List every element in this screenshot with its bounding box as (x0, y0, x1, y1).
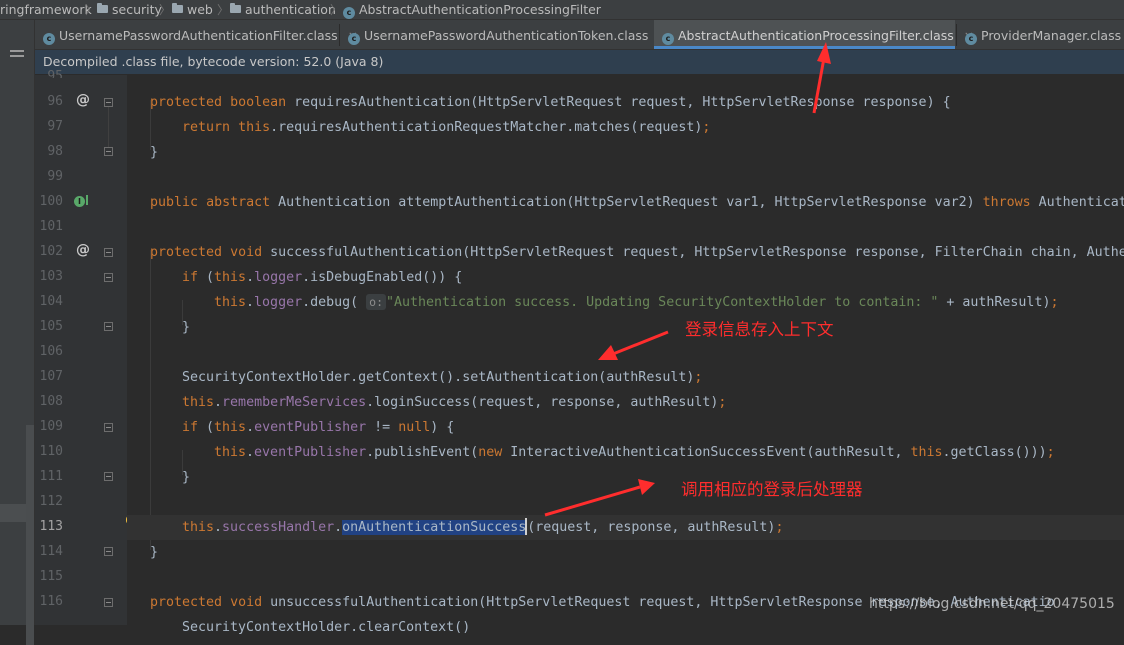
breadcrumb-item-security[interactable]: security (97, 2, 162, 17)
tab-providermanager[interactable]: c ProviderManager.class (957, 20, 1124, 49)
selected-method-name: onAuthenticationSuccess (342, 520, 527, 535)
left-tool-strip (0, 20, 35, 645)
breadcrumb-item-web[interactable]: web (172, 2, 213, 17)
line-number: 96 (47, 94, 63, 109)
line-number: 100 (39, 194, 63, 209)
breadcrumb-separator: 〉 (330, 3, 343, 17)
fold-toggle-icon[interactable] (104, 322, 113, 331)
folder-icon (97, 3, 108, 13)
line-number: 102 (39, 244, 63, 259)
code-line-100: public abstract Authentication attemptAu… (150, 195, 1124, 210)
fold-toggle-icon[interactable] (104, 147, 113, 156)
line-number: 109 (39, 419, 63, 434)
line-number: 105 (39, 319, 63, 334)
line-number: 104 (39, 294, 63, 309)
class-icon: c (662, 33, 674, 45)
line-number-current: 113 (39, 519, 63, 534)
fold-toggle-icon[interactable] (104, 98, 113, 107)
line-number: 107 (39, 369, 63, 384)
line-number: 98 (47, 144, 63, 159)
implemented-method-icon[interactable]: I (74, 196, 85, 207)
line-number: 108 (39, 394, 63, 409)
code-line-97: return this.requiresAuthenticationReques… (182, 120, 711, 135)
code-line-105: } (182, 320, 191, 335)
collapse-icon[interactable] (10, 50, 24, 57)
breadcrumb-separator: 〉 (217, 3, 230, 17)
line-number: 114 (39, 544, 63, 559)
fold-toggle-icon[interactable] (104, 273, 113, 282)
line-number: 99 (47, 169, 63, 184)
folder-icon (172, 3, 183, 13)
fold-toggle-icon[interactable] (104, 598, 113, 607)
breadcrumb: ringframework 〉 security 〉 web 〉 authent… (0, 0, 1124, 20)
code-line-110: this.eventPublisher.publishEvent(new Int… (214, 445, 1055, 460)
class-icon: c (348, 33, 360, 45)
breadcrumb-separator: 〉 (159, 3, 172, 17)
tab-abstractauthenticationprocessingfilter[interactable]: c AbstractAuthenticationProcessingFilter.… (654, 20, 974, 49)
code-line-103: if (this.logger.isDebugEnabled()) { (182, 270, 463, 285)
fold-toggle-icon[interactable] (104, 248, 113, 257)
class-icon: c (965, 33, 977, 45)
code-line-102: protected void successfulAuthentication(… (150, 245, 1124, 260)
override-method-icon[interactable]: @ (75, 242, 91, 258)
code-editor[interactable]: protected boolean requiresAuthentication… (127, 75, 1124, 635)
watermark: https://blog.csdn.net/qq_20475015 (869, 596, 1115, 612)
implementation-arrow-icon (86, 195, 88, 205)
line-number: 110 (39, 444, 63, 459)
breadcrumb-item-class[interactable]: c AbstractAuthenticationProcessingFilter (343, 2, 601, 19)
code-line-114: } (150, 545, 159, 560)
scrollbar[interactable] (26, 425, 34, 645)
code-line-98: } (150, 145, 159, 160)
code-line-117: SecurityContextHolder.clearContext() (182, 620, 471, 635)
annotation-context-label: 登录信息存入上下文 (685, 320, 834, 339)
indent-guide (150, 250, 151, 550)
class-icon: c (343, 7, 355, 19)
breadcrumb-item-authentication[interactable]: authentication (230, 2, 336, 17)
line-number: 111 (39, 469, 63, 484)
line-number: 116 (39, 594, 63, 609)
code-line-111: } (182, 470, 191, 485)
editor-tab-bar: c UsernamePasswordAuthenticationFilter.cl… (35, 20, 1124, 50)
line-number: 106 (39, 344, 63, 359)
fold-toggle-icon[interactable] (104, 423, 113, 432)
breadcrumb-separator: 〉 (85, 3, 98, 17)
fold-toggle-icon[interactable] (104, 547, 113, 556)
code-line-108: this.rememberMeServices.loginSuccess(req… (182, 395, 727, 410)
tab-usernamepasswordauthenticationfilter[interactable]: c UsernamePasswordAuthenticationFilter.cl… (35, 20, 358, 49)
fold-line (108, 107, 109, 147)
fold-toggle-icon[interactable] (104, 472, 113, 481)
line-number: 115 (39, 569, 63, 584)
code-line-109: if (this.eventPublisher != null) { (182, 420, 455, 435)
tab-usernamepasswordauthenticationtoken[interactable]: c UsernamePasswordAuthenticationToken.cla… (340, 20, 669, 49)
line-number: 101 (39, 219, 63, 234)
parameter-hint: o: (366, 294, 386, 310)
line-number: 103 (39, 269, 63, 284)
annotation-handler-label: 调用相应的登录后处理器 (681, 480, 863, 499)
class-icon: c (43, 33, 55, 45)
code-line-107: SecurityContextHolder.getContext().setAu… (182, 370, 703, 385)
override-method-icon[interactable]: @ (75, 92, 91, 108)
code-line-113-current: this.successHandler.onAuthenticationSucc… (127, 515, 1124, 540)
line-number: 97 (47, 119, 63, 134)
breadcrumb-item-ringframework[interactable]: ringframework (0, 2, 92, 17)
code-line-96: protected boolean requiresAuthentication… (150, 95, 951, 110)
line-number: 95 (47, 69, 63, 78)
decompiled-info-banner: Decompiled .class file, bytecode version… (35, 50, 1124, 74)
code-line-104: this.logger.debug( o: "Authentication suc… (214, 294, 1059, 310)
line-number: 112 (39, 494, 63, 509)
folder-icon (230, 3, 241, 13)
